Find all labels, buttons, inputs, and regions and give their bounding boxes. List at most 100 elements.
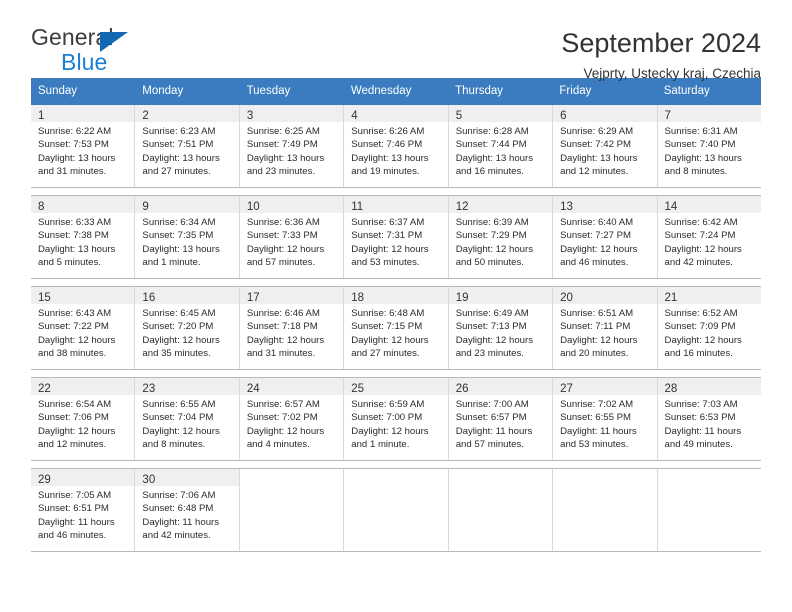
daylight-text-line1: Daylight: 13 hours — [142, 152, 220, 164]
sunrise-text: Sunrise: 6:40 AM — [560, 217, 634, 229]
daylight-text-line2: and 50 minutes. — [455, 256, 524, 268]
day-number-band — [239, 469, 344, 487]
calendar-day-cell[interactable]: 12 Sunrise: 6:39 AM Sunset: 7:29 PM Dayligh… — [448, 196, 554, 279]
day-number-band: 22 — [31, 378, 135, 396]
day-details: Sunrise: 6:59 AM Sunset: 7:00 PM Daylight:… — [344, 395, 447, 451]
sunrise-text: Sunrise: 6:52 AM — [664, 308, 738, 320]
calendar-day-cell[interactable]: 2 Sunrise: 6:23 AM Sunset: 7:51 PM Daylight… — [135, 105, 240, 188]
calendar-day-cell[interactable]: 29 Sunrise: 7:05 AM Sunset: 6:51 PM Dayligh… — [31, 469, 136, 552]
calendar-day-cell[interactable]: 22 Sunrise: 6:54 AM Sunset: 7:06 PM Dayligh… — [31, 378, 136, 461]
day-details: Sunrise: 6:36 AM Sunset: 7:33 PM Daylight:… — [240, 213, 343, 269]
day-number-band: 9 — [135, 196, 239, 214]
daylight-text-line1: Daylight: 13 hours — [38, 243, 116, 255]
daylight-text-line1: Daylight: 12 hours — [664, 334, 742, 346]
daylight-text-line2: and 8 minutes. — [664, 165, 728, 177]
calendar-day-cell[interactable]: 1 Sunrise: 6:22 AM Sunset: 7:53 PM Daylight… — [31, 105, 136, 188]
calendar-day-cell[interactable]: 13 Sunrise: 6:40 AM Sunset: 7:27 PM Dayligh… — [553, 196, 658, 279]
daylight-text-line2: and 27 minutes. — [351, 347, 420, 359]
daylight-text-line1: Daylight: 12 hours — [664, 243, 742, 255]
calendar-cell-empty — [344, 469, 449, 552]
daylight-text-line1: Daylight: 13 hours — [351, 152, 429, 164]
sunset-text: Sunset: 7:31 PM — [351, 230, 423, 242]
sunset-text: Sunset: 7:35 PM — [142, 230, 214, 242]
calendar-day-cell[interactable]: 24 Sunrise: 6:57 AM Sunset: 7:02 PM Dayligh… — [239, 378, 345, 461]
day-details: Sunrise: 6:28 AM Sunset: 7:44 PM Daylight:… — [449, 122, 552, 178]
daylight-text-line2: and 27 minutes. — [142, 165, 211, 177]
day-details: Sunrise: 6:52 AM Sunset: 7:09 PM Daylight:… — [658, 304, 761, 360]
sunset-text: Sunset: 6:55 PM — [560, 412, 632, 424]
day-number: 28 — [664, 383, 678, 396]
calendar-day-cell[interactable]: 30 Sunrise: 7:06 AM Sunset: 6:48 PM Dayligh… — [135, 469, 240, 552]
day-number: 29 — [38, 474, 51, 487]
daylight-text-line1: Daylight: 12 hours — [246, 425, 325, 437]
day-number-band — [448, 469, 553, 487]
day-details: Sunrise: 6:43 AM Sunset: 7:22 PM Daylight:… — [31, 304, 134, 360]
day-details — [658, 486, 761, 489]
page-title: September 2024 — [561, 28, 761, 58]
daylight-text-line1: Daylight: 11 hours — [560, 425, 637, 437]
daylight-text-line2: and 31 minutes. — [246, 347, 316, 359]
day-number: 11 — [351, 201, 364, 214]
sunset-text: Sunset: 7:18 PM — [246, 321, 318, 333]
calendar-day-cell[interactable]: 7 Sunrise: 6:31 AM Sunset: 7:40 PM Daylight… — [657, 105, 761, 188]
daylight-text-line2: and 20 minutes. — [560, 347, 629, 359]
calendar-day-cell[interactable]: 11 Sunrise: 6:37 AM Sunset: 7:31 PM Dayligh… — [344, 196, 449, 279]
calendar-day-cell[interactable]: 21 Sunrise: 6:52 AM Sunset: 7:09 PM Dayligh… — [657, 287, 761, 370]
day-number: 3 — [246, 110, 254, 123]
calendar-day-cell[interactable]: 17 Sunrise: 6:46 AM Sunset: 7:18 PM Dayligh… — [239, 287, 345, 370]
day-details: Sunrise: 6:51 AM Sunset: 7:11 PM Daylight:… — [553, 304, 656, 360]
daylight-text-line2: and 53 minutes. — [560, 438, 629, 450]
calendar-day-cell[interactable]: 16 Sunrise: 6:45 AM Sunset: 7:20 PM Dayligh… — [135, 287, 240, 370]
calendar-day-cell[interactable]: 10 Sunrise: 6:36 AM Sunset: 7:33 PM Dayligh… — [239, 196, 345, 279]
day-number: 16 — [142, 292, 156, 305]
day-number-band: 3 — [239, 105, 344, 123]
day-details: Sunrise: 7:02 AM Sunset: 6:55 PM Daylight:… — [553, 395, 656, 451]
day-details: Sunrise: 6:26 AM Sunset: 7:46 PM Daylight:… — [344, 122, 447, 178]
daylight-text-line1: Daylight: 12 hours — [38, 425, 116, 437]
day-number: 30 — [142, 474, 156, 487]
calendar-day-cell[interactable]: 4 Sunrise: 6:26 AM Sunset: 7:46 PM Daylight… — [344, 105, 449, 188]
daylight-text-line2: and 1 minute. — [351, 438, 410, 450]
day-details: Sunrise: 6:34 AM Sunset: 7:35 PM Daylight:… — [135, 213, 238, 269]
daylight-text-line2: and 8 minutes. — [142, 438, 206, 450]
calendar-day-cell[interactable]: 6 Sunrise: 6:29 AM Sunset: 7:42 PM Daylight… — [553, 105, 658, 188]
calendar-cell-empty — [239, 469, 345, 552]
daylight-text-line1: Daylight: 12 hours — [351, 334, 429, 346]
sunrise-text: Sunrise: 6:25 AM — [246, 126, 320, 138]
calendar-day-cell[interactable]: 19 Sunrise: 6:49 AM Sunset: 7:13 PM Dayligh… — [448, 287, 554, 370]
calendar-day-cell[interactable]: 26 Sunrise: 7:00 AM Sunset: 6:57 PM Dayligh… — [448, 378, 554, 461]
calendar-day-cell[interactable]: 18 Sunrise: 6:48 AM Sunset: 7:15 PM Dayligh… — [344, 287, 449, 370]
day-number-band: 26 — [448, 378, 553, 396]
calendar-day-cell[interactable]: 14 Sunrise: 6:42 AM Sunset: 7:24 PM Dayligh… — [657, 196, 761, 279]
day-number-band: 14 — [657, 196, 761, 214]
calendar-day-cell[interactable]: 5 Sunrise: 6:28 AM Sunset: 7:44 PM Daylight… — [448, 105, 554, 188]
calendar-day-cell[interactable]: 9 Sunrise: 6:34 AM Sunset: 7:35 PM Daylight… — [135, 196, 240, 279]
sunset-text: Sunset: 7:24 PM — [664, 230, 736, 242]
calendar-cell-empty — [448, 469, 554, 552]
day-number-band: 10 — [239, 196, 344, 214]
daylight-text-line2: and 31 minutes. — [38, 165, 107, 177]
calendar-day-cell[interactable]: 27 Sunrise: 7:02 AM Sunset: 6:55 PM Dayligh… — [553, 378, 658, 461]
calendar-day-cell[interactable]: 3 Sunrise: 6:25 AM Sunset: 7:49 PM Daylight… — [239, 105, 345, 188]
day-number: 12 — [455, 201, 469, 214]
day-number-band: 29 — [31, 469, 135, 487]
generalblue-logo[interactable]: General Blue — [31, 26, 151, 78]
day-number-band: 23 — [135, 378, 239, 396]
day-details: Sunrise: 6:23 AM Sunset: 7:51 PM Daylight:… — [135, 122, 238, 178]
daylight-text-line2: and 46 minutes. — [38, 529, 107, 541]
daylight-text-line2: and 42 minutes. — [664, 256, 733, 268]
sunrise-text: Sunrise: 6:39 AM — [455, 217, 529, 229]
calendar-day-cell[interactable]: 23 Sunrise: 6:55 AM Sunset: 7:04 PM Dayligh… — [135, 378, 240, 461]
sunset-text: Sunset: 7:40 PM — [664, 139, 736, 151]
calendar-day-cell[interactable]: 15 Sunrise: 6:43 AM Sunset: 7:22 PM Dayligh… — [31, 287, 136, 370]
calendar-day-cell[interactable]: 25 Sunrise: 6:59 AM Sunset: 7:00 PM Dayligh… — [344, 378, 449, 461]
day-number-band: 27 — [553, 378, 657, 396]
daylight-text-line1: Daylight: 12 hours — [351, 425, 429, 437]
sunset-text: Sunset: 7:06 PM — [38, 412, 109, 424]
sunset-text: Sunset: 6:53 PM — [664, 412, 736, 424]
calendar-day-cell[interactable]: 8 Sunrise: 6:33 AM Sunset: 7:38 PM Daylight… — [31, 196, 136, 279]
sunset-text: Sunset: 7:00 PM — [351, 412, 423, 424]
calendar-day-cell[interactable]: 28 Sunrise: 7:03 AM Sunset: 6:53 PM Dayligh… — [657, 378, 761, 461]
day-number: 8 — [38, 201, 45, 214]
calendar-day-cell[interactable]: 20 Sunrise: 6:51 AM Sunset: 7:11 PM Dayligh… — [553, 287, 658, 370]
